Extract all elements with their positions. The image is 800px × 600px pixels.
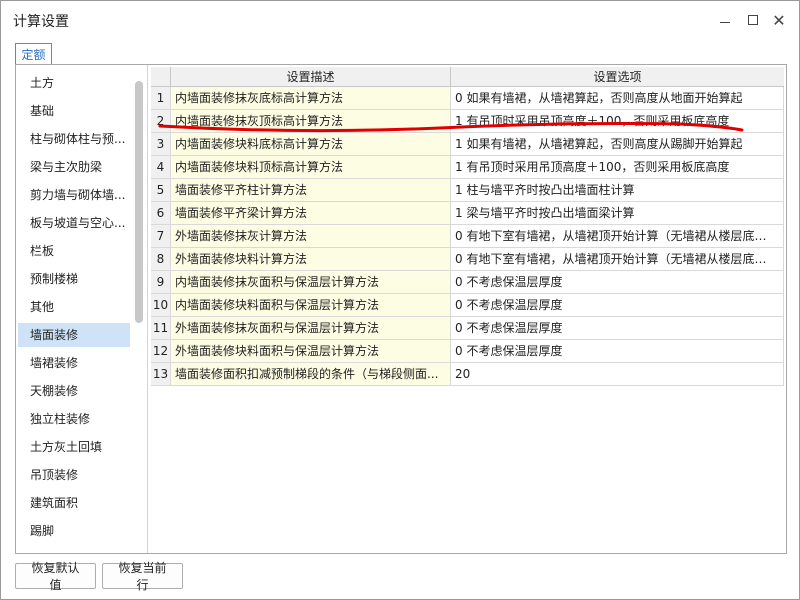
grid-header: 设置描述 设置选项 [151, 67, 784, 87]
row-number: 4 [151, 156, 171, 178]
row-option[interactable]: 0 有地下室有墙裙，从墙裙顶开始计算（无墙裙从楼层底标... [451, 248, 784, 270]
settings-panel: 土方 基础 柱与砌体柱与预... 梁与主次肋梁 剪力墙与砌体墙... 板与坡道与… [15, 64, 787, 554]
row-number: 11 [151, 317, 171, 339]
close-icon: ✕ [772, 10, 786, 30]
window-title: 计算设置 [13, 14, 69, 30]
table-row[interactable]: 1 内墙面装修抹灰底标高计算方法 0 如果有墙裙，从墙裙算起，否则高度从地面开始… [151, 87, 784, 110]
reset-current-row-button[interactable]: 恢复当前行 [102, 561, 183, 592]
calc-settings-window: 计算设置 ✕ 定额 土方 基础 柱与砌体柱与预... 梁与主次肋梁 剪力墙与砌体… [0, 0, 800, 600]
category-item[interactable]: 独立柱装修 [18, 407, 130, 431]
category-item[interactable]: 梁与主次肋梁 [18, 155, 130, 179]
minimize-icon [720, 21, 730, 23]
table-row[interactable]: 9 内墙面装修抹灰面积与保温层计算方法 0 不考虑保温层厚度 [151, 271, 784, 294]
table-row[interactable]: 8 外墙面装修块料计算方法 0 有地下室有墙裙，从墙裙顶开始计算（无墙裙从楼层底… [151, 248, 784, 271]
reset-default-button[interactable]: 恢复默认值 [15, 561, 96, 592]
category-item[interactable]: 墙裙装修 [18, 351, 130, 375]
table-row[interactable]: 12 外墙面装修块料面积与保温层计算方法 0 不考虑保温层厚度 [151, 340, 784, 363]
title-bar: 计算设置 ✕ [1, 1, 799, 39]
row-option[interactable]: 0 如果有墙裙，从墙裙算起，否则高度从地面开始算起 [451, 87, 784, 109]
row-desc: 外墙面装修块料计算方法 [171, 248, 451, 270]
row-option[interactable]: 1 如果有墙裙，从墙裙算起，否则高度从踢脚开始算起 [451, 133, 784, 155]
category-list: 土方 基础 柱与砌体柱与预... 梁与主次肋梁 剪力墙与砌体墙... 板与坡道与… [18, 67, 146, 553]
row-option[interactable]: 20 [451, 363, 784, 385]
row-desc: 内墙面装修抹灰顶标高计算方法 [171, 110, 451, 132]
category-item[interactable]: 土方灰土回填 [18, 435, 130, 459]
list-scrollbar-thumb[interactable] [135, 81, 143, 323]
row-number: 9 [151, 271, 171, 293]
category-item[interactable]: 板与坡道与空心... [18, 211, 130, 235]
category-item[interactable]: 天棚装修 [18, 379, 130, 403]
category-item[interactable]: 其他 [18, 295, 130, 319]
row-desc: 墙面装修平齐梁计算方法 [171, 202, 451, 224]
table-row[interactable]: 10 内墙面装修块料面积与保温层计算方法 0 不考虑保温层厚度 [151, 294, 784, 317]
category-item[interactable]: 吊顶装修 [18, 463, 130, 487]
row-desc: 墙面装修平齐柱计算方法 [171, 179, 451, 201]
table-row[interactable]: 7 外墙面装修抹灰计算方法 0 有地下室有墙裙，从墙裙顶开始计算（无墙裙从楼层底… [151, 225, 784, 248]
panel-divider [147, 65, 148, 553]
header-num-cell [151, 67, 171, 87]
row-desc: 内墙面装修块料底标高计算方法 [171, 133, 451, 155]
row-number: 1 [151, 87, 171, 109]
header-desc[interactable]: 设置描述 [171, 67, 451, 87]
category-item[interactable]: 剪力墙与砌体墙... [18, 183, 130, 207]
row-desc: 外墙面装修抹灰计算方法 [171, 225, 451, 247]
row-option[interactable]: 1 梁与墙平齐时按凸出墙面梁计算 [451, 202, 784, 224]
row-number: 2 [151, 110, 171, 132]
row-desc: 外墙面装修抹灰面积与保温层计算方法 [171, 317, 451, 339]
table-row[interactable]: 11 外墙面装修抹灰面积与保温层计算方法 0 不考虑保温层厚度 [151, 317, 784, 340]
category-item[interactable]: 基础 [18, 99, 130, 123]
row-number: 10 [151, 294, 171, 316]
table-row[interactable]: 13 墙面装修面积扣减预制梯段的条件（与梯段侧面... 20 [151, 363, 784, 386]
table-row[interactable]: 4 内墙面装修块料顶标高计算方法 1 有吊顶时采用吊顶高度＋100，否则采用板底… [151, 156, 784, 179]
maximize-button[interactable] [743, 10, 763, 30]
row-option[interactable]: 1 有吊顶时采用吊顶高度＋100，否则采用板底高度 [451, 156, 784, 178]
row-number: 3 [151, 133, 171, 155]
row-number: 5 [151, 179, 171, 201]
close-button[interactable]: ✕ [769, 10, 789, 30]
table-row[interactable]: 6 墙面装修平齐梁计算方法 1 梁与墙平齐时按凸出墙面梁计算 [151, 202, 784, 225]
row-desc: 内墙面装修抹灰面积与保温层计算方法 [171, 271, 451, 293]
row-option[interactable]: 0 不考虑保温层厚度 [451, 294, 784, 316]
row-desc: 外墙面装修块料面积与保温层计算方法 [171, 340, 451, 362]
row-option[interactable]: 0 有地下室有墙裙，从墙裙顶开始计算（无墙裙从楼层底标... [451, 225, 784, 247]
table-row[interactable]: 5 墙面装修平齐柱计算方法 1 柱与墙平齐时按凸出墙面柱计算 [151, 179, 784, 202]
table-row[interactable]: 2 内墙面装修抹灰顶标高计算方法 1 有吊顶时采用吊顶高度＋100，否则采用板底… [151, 110, 784, 133]
header-option[interactable]: 设置选项 [451, 67, 784, 87]
category-item[interactable]: 栏板 [18, 239, 130, 263]
row-number: 6 [151, 202, 171, 224]
row-number: 8 [151, 248, 171, 270]
category-item[interactable]: 柱与砌体柱与预... [18, 127, 130, 151]
row-desc: 墙面装修面积扣减预制梯段的条件（与梯段侧面... [171, 363, 451, 385]
minimize-button[interactable] [715, 10, 735, 30]
row-option[interactable]: 0 不考虑保温层厚度 [451, 340, 784, 362]
tab-quota[interactable]: 定额 [15, 43, 52, 65]
row-number: 12 [151, 340, 171, 362]
row-number: 7 [151, 225, 171, 247]
settings-grid: 设置描述 设置选项 1 内墙面装修抹灰底标高计算方法 0 如果有墙裙，从墙裙算起… [151, 67, 784, 551]
row-desc: 内墙面装修抹灰底标高计算方法 [171, 87, 451, 109]
row-desc: 内墙面装修块料面积与保温层计算方法 [171, 294, 451, 316]
category-item[interactable]: 踢脚 [18, 519, 130, 543]
maximize-icon [748, 15, 758, 25]
category-item[interactable]: 土方 [18, 71, 130, 95]
row-option[interactable]: 0 不考虑保温层厚度 [451, 271, 784, 293]
row-number: 13 [151, 363, 171, 385]
category-item-selected[interactable]: 墙面装修 [18, 323, 130, 347]
table-row[interactable]: 3 内墙面装修块料底标高计算方法 1 如果有墙裙，从墙裙算起，否则高度从踢脚开始… [151, 133, 784, 156]
category-item[interactable]: 预制楼梯 [18, 267, 130, 291]
row-option[interactable]: 1 有吊顶时采用吊顶高度＋100，否则采用板底高度 [451, 110, 784, 132]
row-option[interactable]: 1 柱与墙平齐时按凸出墙面柱计算 [451, 179, 784, 201]
category-item[interactable]: 建筑面积 [18, 491, 130, 515]
row-option[interactable]: 0 不考虑保温层厚度 [451, 317, 784, 339]
row-desc: 内墙面装修块料顶标高计算方法 [171, 156, 451, 178]
